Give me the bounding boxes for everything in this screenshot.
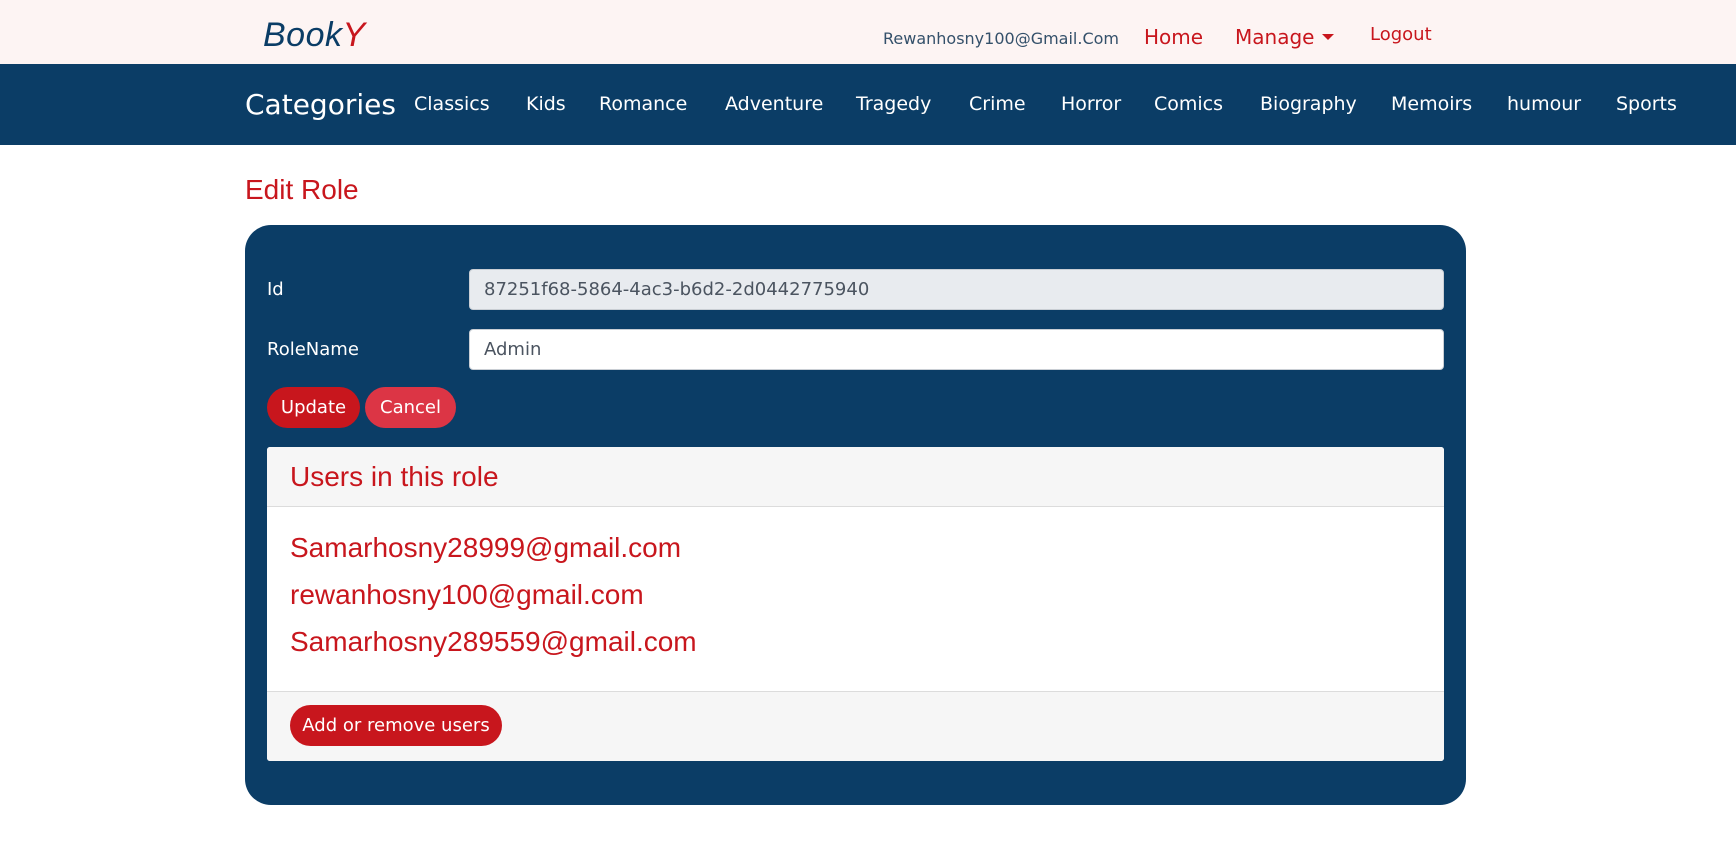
user-email-item: rewanhosny100@gmail.com: [290, 579, 644, 610]
brand-logo-part1: Book: [263, 16, 343, 54]
nav-home-link[interactable]: Home: [1144, 25, 1203, 49]
user-email-item: Samarhosny289559@gmail.com: [290, 626, 697, 657]
card-title: Users in this role: [290, 461, 499, 492]
update-button[interactable]: Update: [267, 387, 360, 428]
categories-bar: Categories Classics Kids Romance Adventu…: [0, 64, 1736, 145]
category-romance[interactable]: Romance: [599, 93, 687, 115]
id-label: Id: [267, 279, 284, 300]
category-memoirs[interactable]: Memoirs: [1391, 93, 1472, 115]
category-biography[interactable]: Biography: [1260, 93, 1357, 115]
chevron-down-icon[interactable]: [1322, 34, 1334, 40]
edit-role-panel: Id 87251f68-5864-4ac3-b6d2-2d0442775940 …: [245, 225, 1466, 805]
category-sports[interactable]: Sports: [1616, 93, 1677, 115]
category-tragedy[interactable]: Tragedy: [856, 93, 931, 115]
user-email-item: Samarhosny28999@gmail.com: [290, 532, 682, 563]
category-horror[interactable]: Horror: [1061, 93, 1121, 115]
users-in-role-card: Users in this role Samarhosny28999@gmail…: [267, 447, 1444, 761]
brand-logo[interactable]: BookY: [263, 16, 366, 55]
category-comics[interactable]: Comics: [1154, 93, 1223, 115]
user-email: Rewanhosny100@Gmail.Com: [883, 29, 1119, 48]
cancel-button[interactable]: Cancel: [365, 387, 456, 428]
nav-manage-dropdown[interactable]: Manage: [1235, 25, 1314, 49]
add-remove-users-button[interactable]: Add or remove users: [290, 705, 502, 746]
id-field[interactable]: 87251f68-5864-4ac3-b6d2-2d0442775940: [469, 269, 1444, 310]
rolename-input[interactable]: Admin: [469, 329, 1444, 370]
rolename-label: RoleName: [267, 339, 359, 360]
card-footer: Add or remove users: [267, 691, 1444, 761]
page-title: Edit Role: [245, 174, 359, 205]
nav-logout-link[interactable]: Logout: [1370, 24, 1432, 45]
categories-title: Categories: [245, 88, 396, 121]
category-classics[interactable]: Classics: [414, 93, 490, 115]
brand-logo-part2: Y: [342, 16, 366, 54]
category-crime[interactable]: Crime: [969, 93, 1026, 115]
category-humour[interactable]: humour: [1507, 93, 1581, 115]
category-kids[interactable]: Kids: [526, 93, 566, 115]
category-adventure[interactable]: Adventure: [725, 93, 823, 115]
top-navbar: BookY Rewanhosny100@Gmail.Com Home Manag…: [0, 0, 1736, 64]
card-header: Users in this role: [267, 447, 1444, 507]
